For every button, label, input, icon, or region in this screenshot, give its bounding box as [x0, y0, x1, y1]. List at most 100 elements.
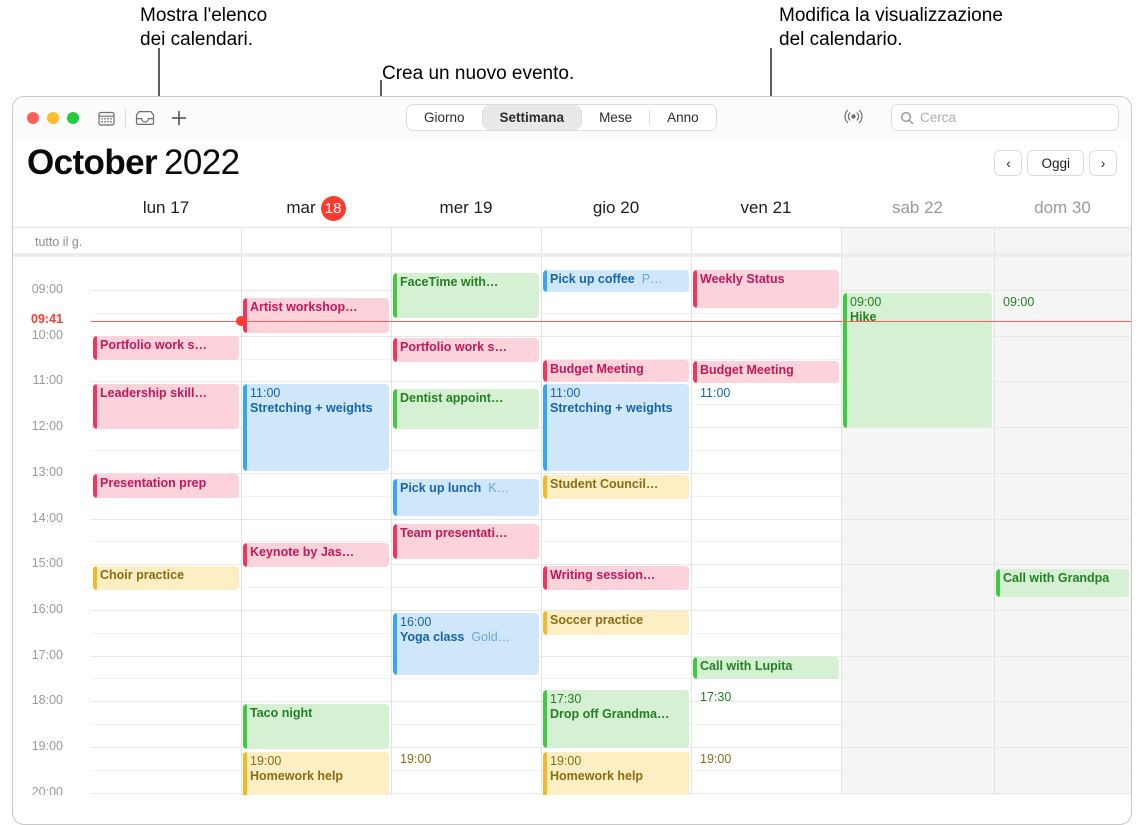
- calendar-event[interactable]: Student Council…: [543, 475, 689, 499]
- day-header-1[interactable]: mar 18: [241, 195, 391, 221]
- plus-icon[interactable]: [168, 107, 190, 129]
- day-header-label: sab 22: [891, 198, 944, 217]
- day-header-3[interactable]: gio 20: [541, 195, 691, 221]
- maximize-button[interactable]: [67, 112, 79, 124]
- hour-label: 15:00: [31, 556, 63, 571]
- close-button[interactable]: [27, 112, 39, 124]
- search-icon: [900, 111, 914, 125]
- calendar-event[interactable]: Soccer practice: [543, 611, 689, 635]
- day-header-6[interactable]: dom 30: [994, 195, 1131, 221]
- day-header-label: gio 20: [592, 198, 640, 217]
- event-color-bar: [93, 566, 97, 590]
- day-header-label: mer 19: [439, 198, 493, 217]
- next-week-button[interactable]: ›: [1089, 150, 1117, 176]
- day-header-5[interactable]: sab 22: [841, 195, 994, 221]
- current-time-label: 09:41: [31, 312, 63, 327]
- hour-label: 10:00: [31, 327, 63, 342]
- current-time-line: [91, 321, 1131, 323]
- calendar-event[interactable]: Leadership skill…: [93, 384, 239, 429]
- calendar-event[interactable]: Writing session…: [543, 566, 689, 590]
- calendar-event[interactable]: 19:00 Homework help: [243, 752, 389, 795]
- calendar-event[interactable]: Call with Grandpa: [996, 569, 1129, 597]
- airplay-icon[interactable]: [844, 107, 863, 131]
- calendar-event[interactable]: Pick up lunch K…: [393, 479, 539, 516]
- calendar-event[interactable]: Dentist appoint…: [393, 389, 539, 429]
- calendar-event[interactable]: 16:00 Yoga class Gold…: [393, 613, 539, 675]
- calendar-event[interactable]: 11:00 Stretching + weights: [543, 384, 689, 471]
- callout-leader-line-0: [158, 48, 160, 96]
- event-title: Call with Lupita: [700, 659, 793, 673]
- view-segmented-control[interactable]: Giorno Settimana Mese Anno: [406, 104, 717, 131]
- calendar-event[interactable]: 11:00 Stretching + weights: [243, 384, 389, 471]
- calendar-event[interactable]: Choir practice: [93, 566, 239, 590]
- calendar-event[interactable]: Budget Meeting: [543, 360, 689, 382]
- event-color-bar: [243, 298, 247, 333]
- today-button[interactable]: Oggi: [1027, 150, 1084, 176]
- column-divider: [241, 228, 242, 253]
- event-title: Budget Meeting: [550, 362, 644, 376]
- event-color-bar: [243, 543, 247, 567]
- tab-giorno[interactable]: Giorno: [407, 105, 482, 130]
- event-time-overflow: 11:00: [700, 386, 731, 400]
- calendar-event[interactable]: Artist workshop…: [243, 298, 389, 333]
- calendar-event[interactable]: Portfolio work s…: [393, 338, 539, 362]
- column-divider: [691, 228, 692, 253]
- calendar-event[interactable]: Keynote by Jas…: [243, 543, 389, 567]
- calendar-event[interactable]: Taco night: [243, 704, 389, 749]
- event-color-bar: [693, 270, 697, 308]
- event-title: Weekly Status: [700, 272, 785, 286]
- calendar-grid-icon[interactable]: [95, 107, 117, 129]
- minimize-button[interactable]: [47, 112, 59, 124]
- event-title: Choir practice: [100, 568, 185, 582]
- calendar-event[interactable]: Budget Meeting: [693, 361, 839, 383]
- hour-label: 16:00: [31, 601, 63, 616]
- event-color-bar: [543, 611, 547, 635]
- event-color-bar: [393, 479, 397, 516]
- event-title: Soccer practice: [550, 613, 644, 627]
- calendar-event[interactable]: Pick up coffee P…: [543, 270, 689, 292]
- day-header-0[interactable]: lun 17: [91, 195, 241, 221]
- event-time: 16:00: [400, 615, 432, 629]
- calendar-event[interactable]: FaceTime with…: [393, 273, 539, 318]
- calendar-event[interactable]: Portfolio work s…: [93, 336, 239, 360]
- event-color-bar: [393, 389, 397, 429]
- calendar-event[interactable]: Presentation prep: [93, 474, 239, 498]
- event-subtitle: K…: [481, 481, 510, 495]
- all-day-row: tutto il g.: [13, 227, 1131, 257]
- event-time: 19:00: [250, 754, 282, 768]
- event-color-bar: [93, 336, 97, 360]
- event-title: Hike: [850, 309, 877, 324]
- calendar-event[interactable]: 09:00 Hike: [843, 293, 992, 428]
- event-title: Portfolio work s…: [100, 338, 207, 352]
- event-title: Presentation prep: [100, 476, 207, 490]
- event-title: Budget Meeting: [700, 363, 794, 377]
- calendar-event[interactable]: Team presentati…: [393, 524, 539, 559]
- calendar-event[interactable]: 19:00 Homework help: [543, 752, 689, 795]
- page-title: October 2022: [27, 143, 240, 183]
- inbox-tray-icon[interactable]: [134, 107, 156, 129]
- event-color-bar: [93, 384, 97, 429]
- search-input[interactable]: [920, 110, 1110, 125]
- calendar-event[interactable]: Weekly Status: [693, 270, 839, 308]
- event-subtitle: P…: [634, 272, 663, 286]
- event-title: Leadership skill…: [100, 386, 207, 400]
- event-color-bar: [543, 690, 547, 748]
- tab-anno[interactable]: Anno: [650, 105, 716, 130]
- all-day-label: tutto il g.: [35, 235, 83, 249]
- tab-settimana[interactable]: Settimana: [482, 105, 582, 130]
- calendar-event[interactable]: Call with Lupita: [693, 657, 839, 679]
- search-field[interactable]: [891, 104, 1119, 131]
- window-toolbar: Giorno Settimana Mese Anno: [13, 97, 1131, 139]
- event-title: Drop off Grandma…: [550, 706, 670, 721]
- day-header-label: mar: [286, 198, 316, 217]
- column-divider: [841, 257, 842, 795]
- day-header-2[interactable]: mer 19: [391, 195, 541, 221]
- calendar-event[interactable]: 17:30 Drop off Grandma…: [543, 690, 689, 748]
- column-divider: [691, 257, 692, 795]
- previous-week-button[interactable]: ‹: [994, 150, 1023, 176]
- day-header-4[interactable]: ven 21: [691, 195, 841, 221]
- callout-text-1: Crea un nuovo evento.: [382, 63, 575, 84]
- event-title: FaceTime with…: [400, 275, 499, 289]
- tab-mese[interactable]: Mese: [582, 105, 649, 130]
- time-grid[interactable]: 09:00 10:00 11:00 12:00 13:00 14:00 15:00 16:00…: [13, 257, 1131, 795]
